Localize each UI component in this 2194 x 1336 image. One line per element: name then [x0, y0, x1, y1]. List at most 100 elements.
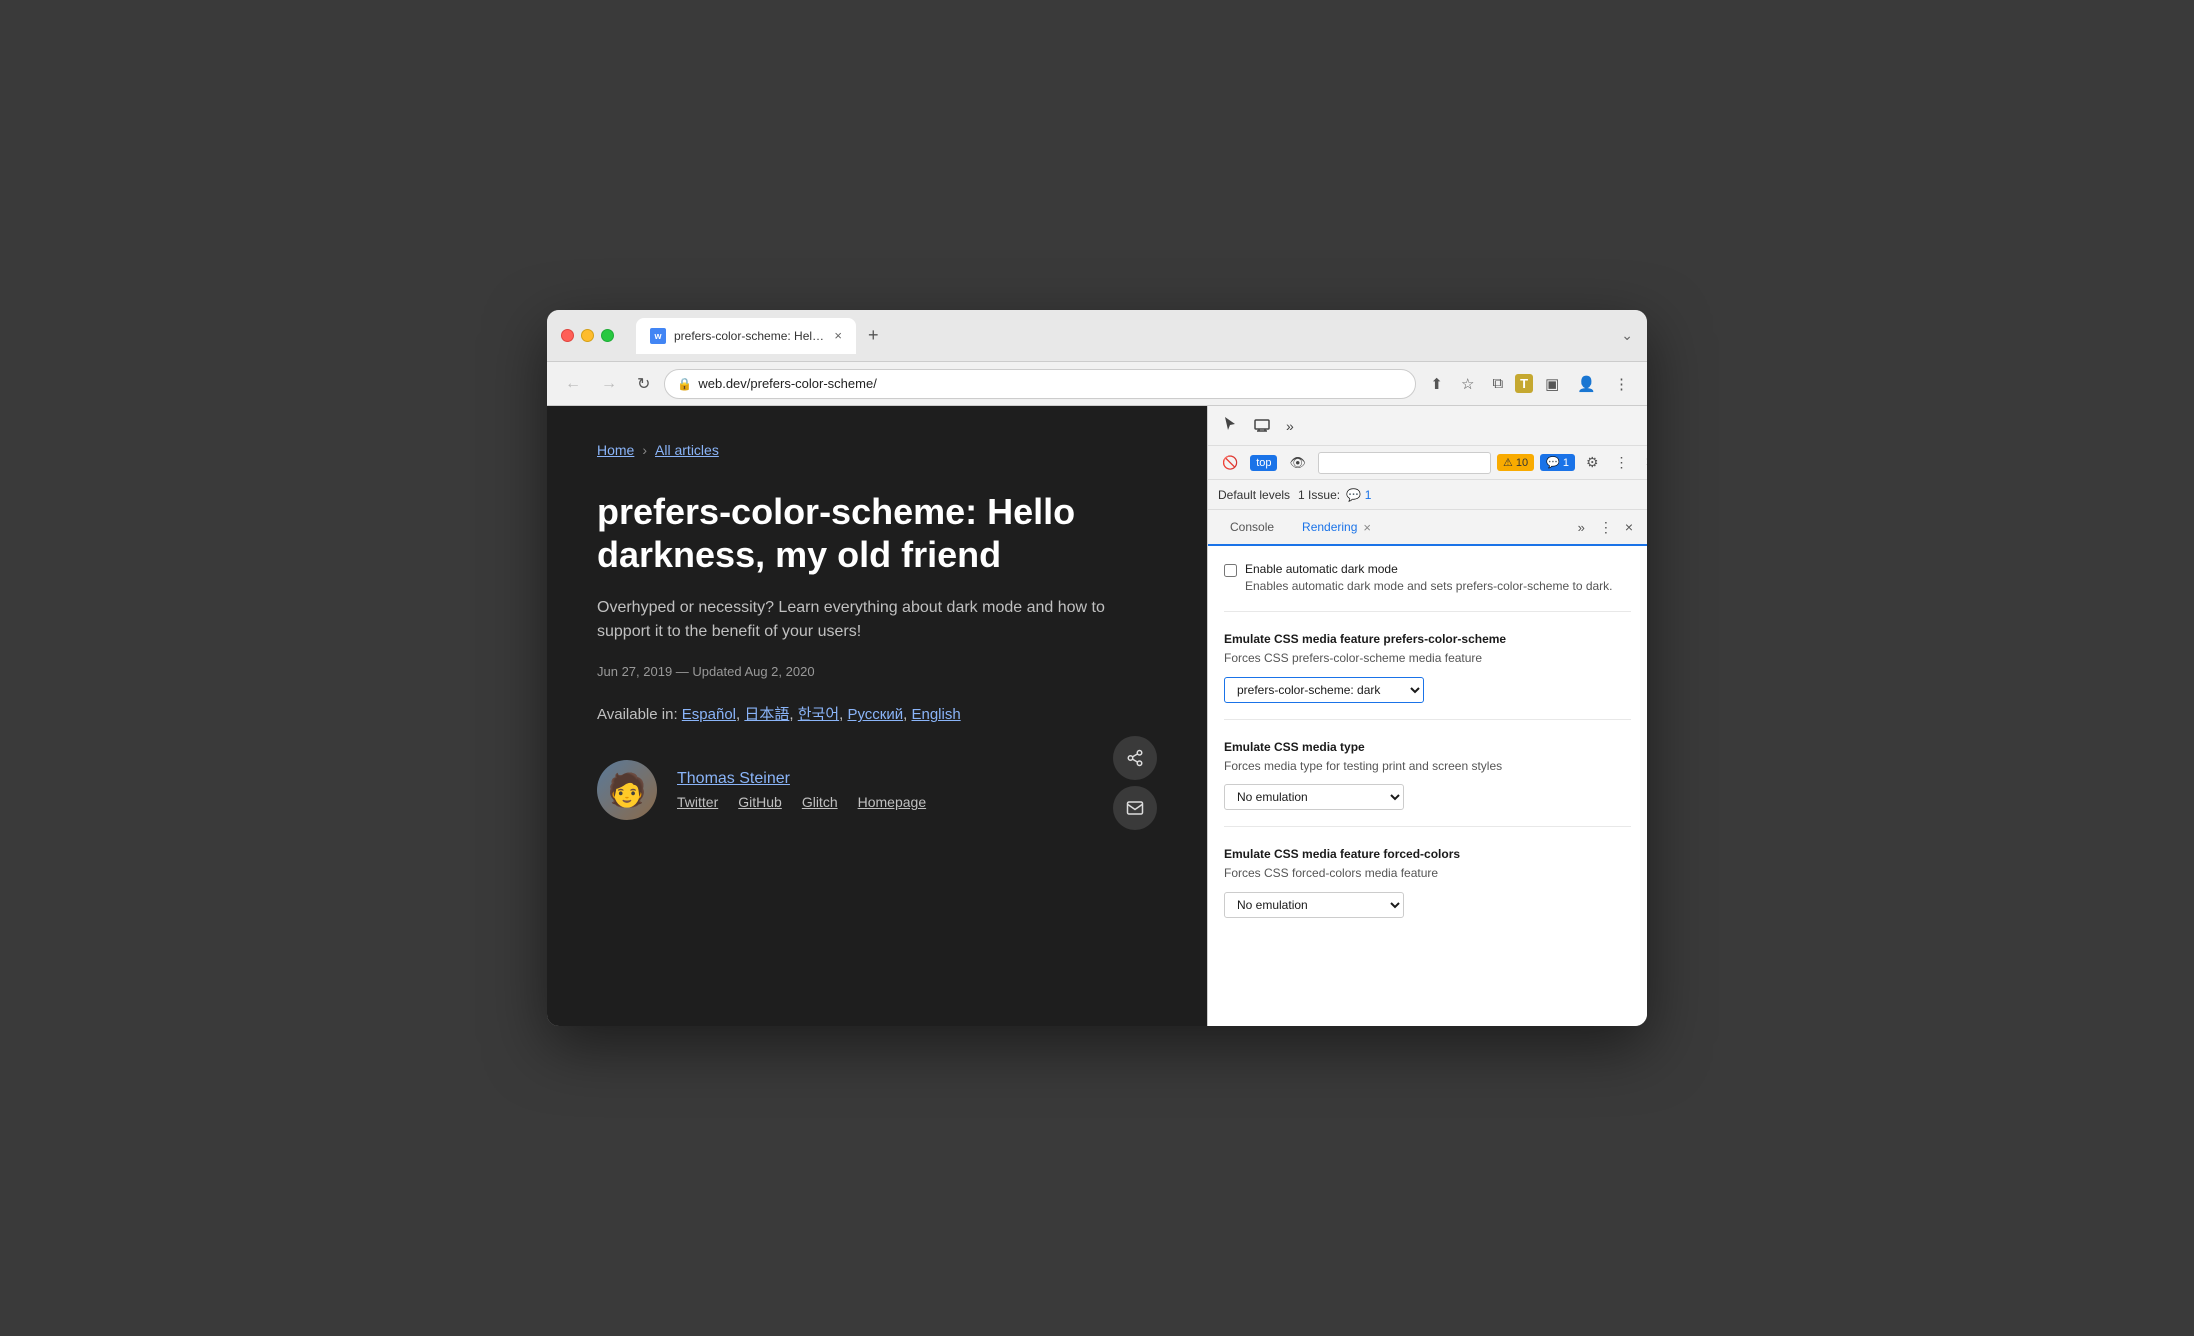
breadcrumb: Home › All articles: [597, 442, 1157, 458]
color-scheme-select[interactable]: prefers-color-scheme: dark prefers-color…: [1224, 677, 1424, 703]
tab-title: prefers-color-scheme: Hello d...: [674, 329, 826, 343]
message-icon: 💬: [1546, 456, 1560, 469]
close-devtools-panel-button[interactable]: ×: [1619, 510, 1639, 544]
message-count: 1: [1563, 457, 1569, 469]
auto-dark-mode-title: Enable automatic dark mode: [1245, 562, 1613, 576]
devtools-filter-input[interactable]: [1318, 452, 1491, 474]
lang-japanese-link[interactable]: 日本語: [744, 706, 789, 723]
profile-button[interactable]: 👤: [1571, 371, 1602, 397]
traffic-lights: [561, 329, 614, 342]
breadcrumb-articles-link[interactable]: All articles: [655, 442, 719, 458]
author-name[interactable]: Thomas Steiner: [677, 770, 926, 788]
lang-korean-link[interactable]: 한국어: [798, 706, 839, 723]
extensions-button[interactable]: ⧉: [1486, 371, 1509, 396]
minimize-window-button[interactable]: [581, 329, 594, 342]
author-section: 🧑 Thomas Steiner Twitter GitHub Glitch H…: [597, 760, 1157, 820]
homepage-link[interactable]: Homepage: [858, 794, 927, 810]
devtools-more-tools-button[interactable]: »: [1280, 414, 1300, 438]
close-window-button[interactable]: [561, 329, 574, 342]
rendering-tab-close[interactable]: ×: [1363, 520, 1371, 535]
media-type-select[interactable]: No emulation print screen: [1224, 784, 1404, 810]
devtools-filter-bar: 🚫 top 👁 ⚠ 10 💬 1 ⚙ ⋮ ×: [1208, 446, 1647, 480]
lang-english-link[interactable]: English: [911, 706, 960, 723]
media-type-section: Emulate CSS media type Forces media type…: [1224, 740, 1631, 828]
forced-colors-title: Emulate CSS media feature forced-colors: [1224, 847, 1631, 861]
lock-icon: 🔒: [677, 377, 692, 391]
twitter-link[interactable]: Twitter: [677, 794, 718, 810]
bookmark-button[interactable]: ☆: [1455, 371, 1480, 397]
share-article-button[interactable]: [1113, 736, 1157, 780]
panel-menu-button[interactable]: ⋮: [1593, 510, 1619, 544]
warning-count: 10: [1516, 457, 1528, 469]
auto-dark-mode-desc: Enables automatic dark mode and sets pre…: [1245, 578, 1613, 595]
address-bar[interactable]: 🔒 web.dev/prefers-color-scheme/: [664, 369, 1416, 399]
article-subtitle: Overhyped or necessity? Learn everything…: [597, 596, 1157, 644]
color-scheme-section: Emulate CSS media feature prefers-color-…: [1224, 632, 1631, 720]
article-title: prefers-color-scheme: Hello darkness, my…: [597, 490, 1157, 576]
maximize-window-button[interactable]: [601, 329, 614, 342]
tab-favicon: w: [650, 328, 666, 344]
lang-russian-link[interactable]: Русский: [847, 706, 903, 723]
media-type-title: Emulate CSS media type: [1224, 740, 1631, 754]
main-content: Home › All articles prefers-color-scheme…: [547, 406, 1647, 1026]
email-article-button[interactable]: [1113, 786, 1157, 830]
tab-close-button[interactable]: ×: [834, 329, 842, 342]
forced-colors-select[interactable]: No emulation active none: [1224, 892, 1404, 918]
devtools-more2-button[interactable]: ⋮: [1610, 451, 1634, 474]
default-levels-label: Default levels: [1218, 488, 1290, 502]
author-links: Twitter GitHub Glitch Homepage: [677, 794, 926, 810]
warning-icon: ⚠: [1503, 456, 1513, 469]
more-tabs-button[interactable]: »: [1570, 510, 1593, 544]
browser-toolbar: ← → ↻ 🔒 web.dev/prefers-color-scheme/ ⬆ …: [547, 362, 1647, 406]
title-bar: w prefers-color-scheme: Hello d... × + ⌄: [547, 310, 1647, 362]
chevron-down-icon: ⌄: [1621, 327, 1633, 344]
inspector-tool-button[interactable]: [1216, 412, 1244, 439]
github-link[interactable]: GitHub: [738, 794, 782, 810]
back-button[interactable]: ←: [559, 371, 587, 397]
devtools-top-button[interactable]: top: [1250, 455, 1277, 471]
devtools-extension-button[interactable]: T: [1515, 374, 1533, 393]
devtools-clear-button[interactable]: 🚫: [1216, 451, 1244, 475]
devtools-eye-button[interactable]: 👁: [1283, 451, 1312, 475]
auto-dark-mode-checkbox[interactable]: [1224, 564, 1237, 577]
color-scheme-title: Emulate CSS media feature prefers-color-…: [1224, 632, 1631, 646]
issues-label: 1 Issue: 💬 1: [1298, 488, 1371, 502]
lang-espanol-link[interactable]: Español: [682, 706, 736, 723]
available-in-label: Available in:: [597, 706, 678, 723]
webpage-area: Home › All articles prefers-color-scheme…: [547, 406, 1207, 1026]
devtools-rendering-content: Enable automatic dark mode Enables autom…: [1208, 546, 1647, 1026]
messages-badge: 💬 1: [1540, 454, 1575, 471]
forced-colors-desc: Forces CSS forced-colors media feature: [1224, 865, 1631, 882]
glitch-link[interactable]: Glitch: [802, 794, 838, 810]
devtools-settings-button[interactable]: ⚙: [1581, 451, 1604, 474]
new-tab-button[interactable]: +: [860, 321, 887, 350]
devtools-tabs: Console Rendering × » ⋮ ×: [1208, 510, 1647, 546]
forward-button[interactable]: →: [595, 371, 623, 397]
devtools-close-button[interactable]: ×: [1640, 451, 1647, 475]
share-toolbar-button[interactable]: ⬆: [1424, 371, 1449, 397]
reload-button[interactable]: ↻: [631, 370, 656, 398]
active-tab[interactable]: w prefers-color-scheme: Hello d... ×: [636, 318, 856, 354]
devtools-panel: » 🚫 top 👁 ⚠ 10 💬 1 ⚙ ⋮ ×: [1207, 406, 1647, 1026]
tab-rendering[interactable]: Rendering ×: [1288, 510, 1385, 546]
media-type-desc: Forces media type for testing print and …: [1224, 758, 1631, 775]
breadcrumb-home-link[interactable]: Home: [597, 442, 634, 458]
address-text: web.dev/prefers-color-scheme/: [698, 376, 1403, 391]
browser-window: w prefers-color-scheme: Hello d... × + ⌄…: [547, 310, 1647, 1026]
auto-dark-mode-section: Enable automatic dark mode Enables autom…: [1224, 562, 1631, 612]
warnings-badge: ⚠ 10: [1497, 454, 1534, 471]
avatar-image: 🧑: [607, 771, 647, 809]
available-in-section: Available in: Español, 日本語, 한국어, Русский…: [597, 703, 1157, 724]
auto-dark-mode-row: Enable automatic dark mode Enables autom…: [1224, 562, 1631, 595]
more-menu-button[interactable]: ⋮: [1608, 371, 1635, 397]
sidebar-button[interactable]: ▣: [1539, 371, 1565, 397]
article-date: Jun 27, 2019 — Updated Aug 2, 2020: [597, 664, 1157, 679]
forced-colors-section: Emulate CSS media feature forced-colors …: [1224, 847, 1631, 934]
toolbar-actions: ⬆ ☆ ⧉ T ▣ 👤 ⋮: [1424, 371, 1635, 397]
device-emulation-button[interactable]: [1248, 412, 1276, 439]
tab-console[interactable]: Console: [1216, 510, 1288, 546]
tab-bar: w prefers-color-scheme: Hello d... × +: [636, 318, 1609, 354]
devtools-toolbar: »: [1208, 406, 1647, 446]
avatar: 🧑: [597, 760, 657, 820]
breadcrumb-separator: ›: [642, 442, 647, 458]
